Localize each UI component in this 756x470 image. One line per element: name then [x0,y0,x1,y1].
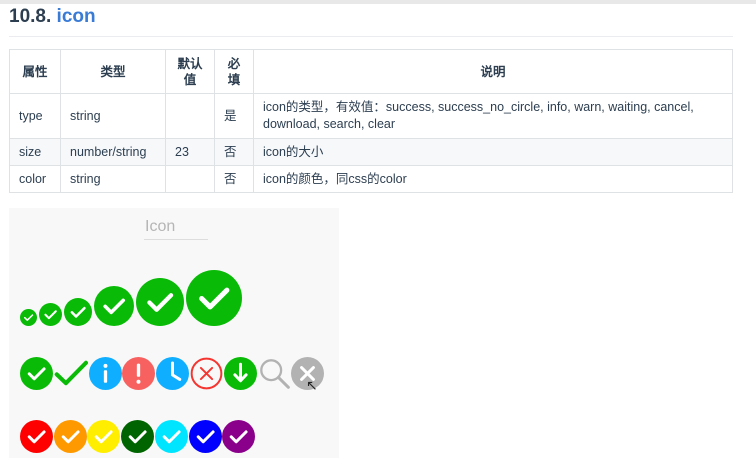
success-no-circle-icon [54,360,88,386]
section-title-link[interactable]: icon [57,6,96,27]
cell-default: 23 [165,138,215,166]
warn-icon [122,356,156,390]
section-heading: 10.8. icon [9,6,96,28]
success-icon [20,356,53,390]
cell-description: icon的大小 [253,138,733,166]
top-border [0,0,756,4]
header-type: 类型 [60,49,166,94]
success-icon [136,278,184,326]
icon-properties-table: 属性 类型 默认值 必填 说明 type string 是 icon的类型，有效… [9,49,733,193]
cell-required: 否 [214,138,254,166]
heading-divider [9,36,733,37]
cell-type: string [60,165,166,193]
cell-type: number/string [60,138,166,166]
info-icon [88,356,122,390]
cell-description: icon的颜色，同css的color [253,165,733,193]
header-required: 必填 [214,49,254,94]
header-attribute: 属性 [9,49,61,94]
search-icon [259,358,290,389]
demo-title: Icon [145,218,176,235]
mouse-cursor-icon: ↖ [306,377,318,393]
cell-type: string [60,93,166,139]
cell-attribute: size [9,138,61,166]
cell-attribute: color [9,165,61,193]
demo-title-divider [144,239,208,240]
header-default: 默认值 [165,49,215,94]
cell-required: 否 [214,165,254,193]
success-icon [121,419,155,453]
waiting-icon [156,356,190,390]
header-description: 说明 [253,49,733,94]
section-number: 10.8. [9,6,52,27]
table-row: type string 是 icon的类型，有效值：success, succe… [9,93,733,139]
success-icon [94,286,134,326]
cell-required: 是 [214,93,254,139]
success-icon [188,419,222,453]
cell-description: icon的类型，有效值：success, success_no_circle, … [253,93,733,139]
success-icon [64,298,92,326]
cell-attribute: type [9,93,61,139]
success-icon [186,270,242,326]
success-icon [222,419,256,453]
download-icon [223,356,257,390]
table-row: size number/string 23 否 icon的大小 [9,138,733,166]
success-icon [53,419,87,453]
success-icon [154,419,188,453]
cell-default [165,165,215,193]
success-icon [39,303,62,326]
cancel-icon [190,357,223,389]
table-row: color string 否 icon的颜色，同css的color [9,165,733,193]
cell-default [165,93,215,139]
success-icon [20,419,53,453]
table-header-row: 属性 类型 默认值 必填 说明 [9,49,733,94]
success-icon [87,419,121,453]
success-icon [20,309,37,326]
